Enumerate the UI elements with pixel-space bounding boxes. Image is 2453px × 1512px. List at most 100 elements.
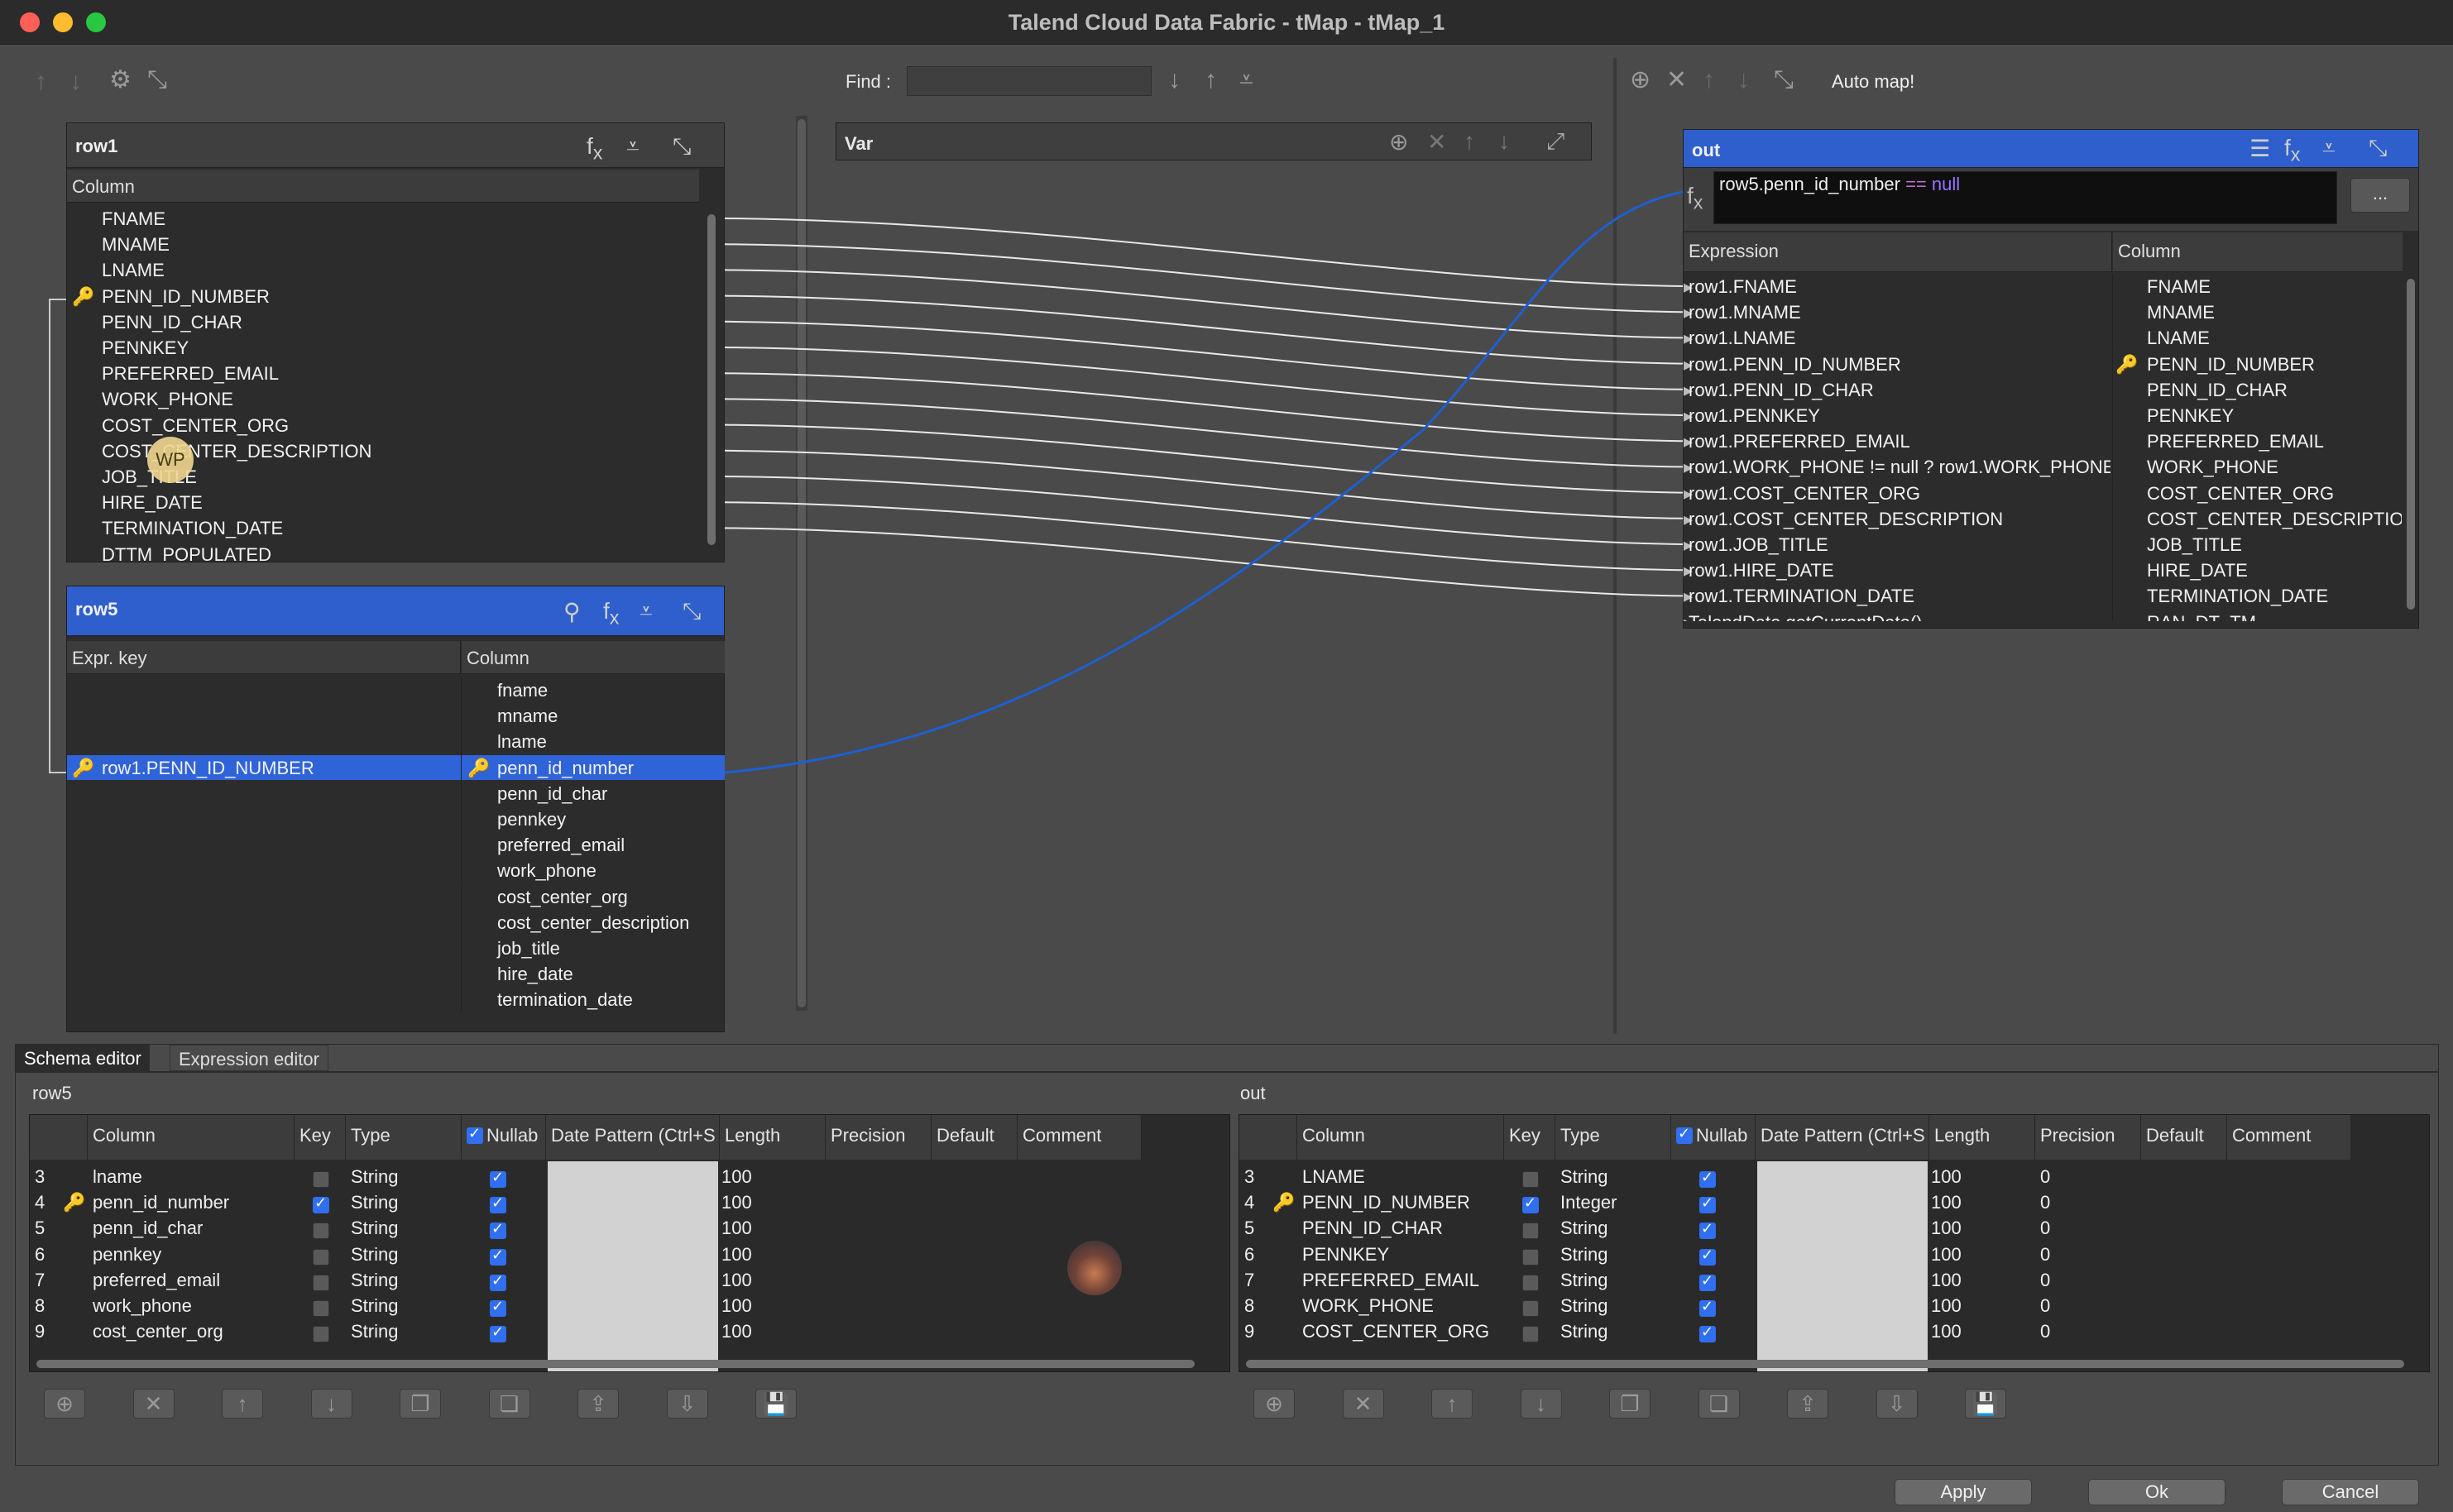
column-header[interactable]: Comment <box>1018 1115 1142 1160</box>
cancel-button[interactable]: Cancel <box>2282 1479 2419 1505</box>
table-row[interactable]: work_phone <box>67 858 725 884</box>
auto-map-button[interactable]: Auto map! <box>1832 71 1914 93</box>
expression-cell[interactable]: row1.COST_CENTER_ORG <box>1689 483 1920 505</box>
length-cell[interactable]: 100 <box>1931 1218 1962 1239</box>
length-cell[interactable]: 100 <box>721 1321 752 1342</box>
expression-fx-icon[interactable]: fx <box>587 133 602 165</box>
column-header[interactable]: Column <box>2113 232 2403 272</box>
length-cell[interactable]: 100 <box>1931 1321 1962 1342</box>
import-icon[interactable]: ⇪ <box>1787 1389 1828 1419</box>
column-name[interactable]: PREFERRED_EMAIL <box>1302 1270 1479 1291</box>
expression-cell[interactable]: row1.JOB_TITLE <box>1689 534 1828 556</box>
type-cell[interactable]: String <box>1560 1218 1607 1239</box>
expression-cell[interactable]: row1.PENN_ID_CHAR <box>1689 380 1874 401</box>
find-up-icon[interactable]: ↑ <box>1205 68 1217 93</box>
column-header[interactable]: Column <box>67 170 699 203</box>
list-item[interactable]: LNAME <box>67 257 699 283</box>
type-cell[interactable]: String <box>351 1270 398 1291</box>
collapse-icon[interactable]: ⤡ <box>1774 68 1794 93</box>
add-icon[interactable]: ⊕ <box>1389 128 1408 156</box>
arrow-up-icon[interactable]: ↑ <box>1703 68 1715 93</box>
tab-expression-editor[interactable]: Expression editor <box>170 1045 328 1071</box>
column-header[interactable]: Type <box>346 1115 462 1160</box>
key-checkbox[interactable] <box>1522 1300 1539 1317</box>
list-item[interactable]: COST_CENTER_ORG <box>67 413 699 438</box>
table-row[interactable]: 6 PENNKEY String 100 0 <box>1239 1244 2429 1270</box>
paste-icon[interactable]: ❏ <box>488 1389 530 1419</box>
type-cell[interactable]: String <box>351 1192 398 1213</box>
list-item[interactable]: DTTM_POPULATED <box>67 542 699 562</box>
type-cell[interactable]: Integer <box>1560 1192 1617 1213</box>
table-row[interactable]: ▸ row1.LNAME LNAME <box>1684 325 2402 352</box>
filter-icon[interactable]: ⩡ <box>1239 68 1253 93</box>
table-row[interactable]: mname <box>67 703 725 730</box>
precision-cell[interactable]: 0 <box>2040 1218 2050 1239</box>
type-cell[interactable]: String <box>351 1295 398 1317</box>
length-cell[interactable]: 100 <box>1931 1166 1962 1188</box>
key-checkbox[interactable] <box>313 1300 329 1317</box>
table-row[interactable]: ▸ row1.FNAME FNAME <box>1684 274 2402 299</box>
import-icon[interactable]: ⇪ <box>577 1389 619 1419</box>
list-item[interactable]: WORK_PHONE <box>67 386 699 412</box>
table-row[interactable]: lname <box>67 729 725 755</box>
gear-icon[interactable]: ⚙ <box>109 68 132 93</box>
column-name[interactable]: pennkey <box>93 1244 161 1266</box>
expression-cell[interactable]: row1.PENN_ID_NUMBER <box>1689 354 1901 376</box>
checkbox-nullable-all[interactable] <box>1676 1125 1693 1144</box>
table-row[interactable]: cost_center_description <box>67 909 725 935</box>
expr-key-header[interactable]: Expr. key <box>67 641 461 674</box>
column-header[interactable]: Column <box>88 1115 295 1160</box>
nullable-checkbox[interactable] <box>490 1298 506 1317</box>
table-row[interactable]: 🔑 row1.PENN_ID_NUMBER 🔑 penn_id_number <box>67 754 725 781</box>
expression-cell[interactable]: TalendDate.getCurrentDate() <box>1689 612 1922 621</box>
expression-cell[interactable]: row1.FNAME <box>1689 276 1797 298</box>
key-checkbox[interactable] <box>1522 1223 1539 1240</box>
expression-header[interactable]: Expression <box>1684 232 2112 272</box>
table-row[interactable]: pennkey <box>67 806 725 832</box>
nullable-checkbox[interactable] <box>1699 1272 1716 1291</box>
precision-cell[interactable]: 0 <box>2040 1270 2050 1291</box>
column-header[interactable]: Precision <box>826 1115 932 1160</box>
table-row[interactable]: penn_id_char <box>67 780 725 806</box>
table-row[interactable]: ▸ row1.WORK_PHONE != null ? row1.WORK_PHO… <box>1684 454 2402 481</box>
move-up-icon[interactable]: ↑ <box>222 1389 263 1419</box>
type-cell[interactable]: String <box>1560 1166 1607 1188</box>
precision-cell[interactable]: 0 <box>2040 1166 2050 1188</box>
horizontal-scrollbar[interactable] <box>36 1360 1195 1368</box>
column-name[interactable]: cost_center_org <box>93 1321 223 1342</box>
minimize-icon[interactable]: ⤡ <box>683 598 701 625</box>
table-row[interactable]: ▸ row1.TERMINATION_DATE TERMINATION_DATE <box>1684 583 2402 610</box>
key-checkbox[interactable] <box>1522 1248 1539 1266</box>
list-item[interactable]: MNAME <box>67 232 699 257</box>
filter-expression-input[interactable]: row5.penn_id_number == null <box>1713 171 2337 224</box>
nullable-checkbox[interactable] <box>490 1169 506 1188</box>
type-cell[interactable]: String <box>1560 1321 1607 1342</box>
nullable-checkbox[interactable] <box>1699 1298 1716 1317</box>
column-header[interactable]: Default <box>2141 1115 2227 1160</box>
add-icon[interactable]: ⊕ <box>1253 1389 1295 1419</box>
column-name[interactable]: work_phone <box>93 1295 192 1317</box>
column-header[interactable]: Length <box>1929 1115 2035 1160</box>
list-item[interactable]: PENNKEY <box>67 335 699 361</box>
column-name[interactable]: penn_id_number <box>93 1192 229 1213</box>
type-cell[interactable]: String <box>1560 1295 1607 1317</box>
table-row[interactable]: job_title <box>67 935 725 961</box>
copy-icon[interactable]: ❐ <box>400 1389 441 1419</box>
nullable-checkbox[interactable] <box>1699 1220 1716 1240</box>
type-cell[interactable]: String <box>351 1218 398 1239</box>
column-header[interactable]: Column <box>1297 1115 1504 1160</box>
table-row[interactable]: ▸ row1.PREFERRED_EMAIL PREFERRED_EMAIL <box>1684 428 2402 455</box>
length-cell[interactable]: 100 <box>721 1270 752 1291</box>
paste-icon[interactable]: ❏ <box>1698 1389 1740 1419</box>
length-cell[interactable]: 100 <box>721 1166 752 1188</box>
expression-fx-icon[interactable]: fx <box>2284 135 2300 166</box>
nullable-checkbox[interactable] <box>1699 1323 1716 1343</box>
find-down-icon[interactable]: ↓ <box>1168 68 1181 93</box>
table-row[interactable]: ▸ row1.COST_CENTER_ORG COST_CENTER_ORG <box>1684 480 2402 506</box>
length-cell[interactable]: 100 <box>721 1244 752 1266</box>
column-name[interactable]: PENNKEY <box>1302 1244 1389 1266</box>
type-cell[interactable]: String <box>351 1321 398 1342</box>
move-up-icon[interactable]: ↑ <box>1431 1389 1473 1419</box>
table-row[interactable]: fname <box>67 677 725 703</box>
save-icon[interactable]: 💾 <box>1965 1389 2006 1419</box>
